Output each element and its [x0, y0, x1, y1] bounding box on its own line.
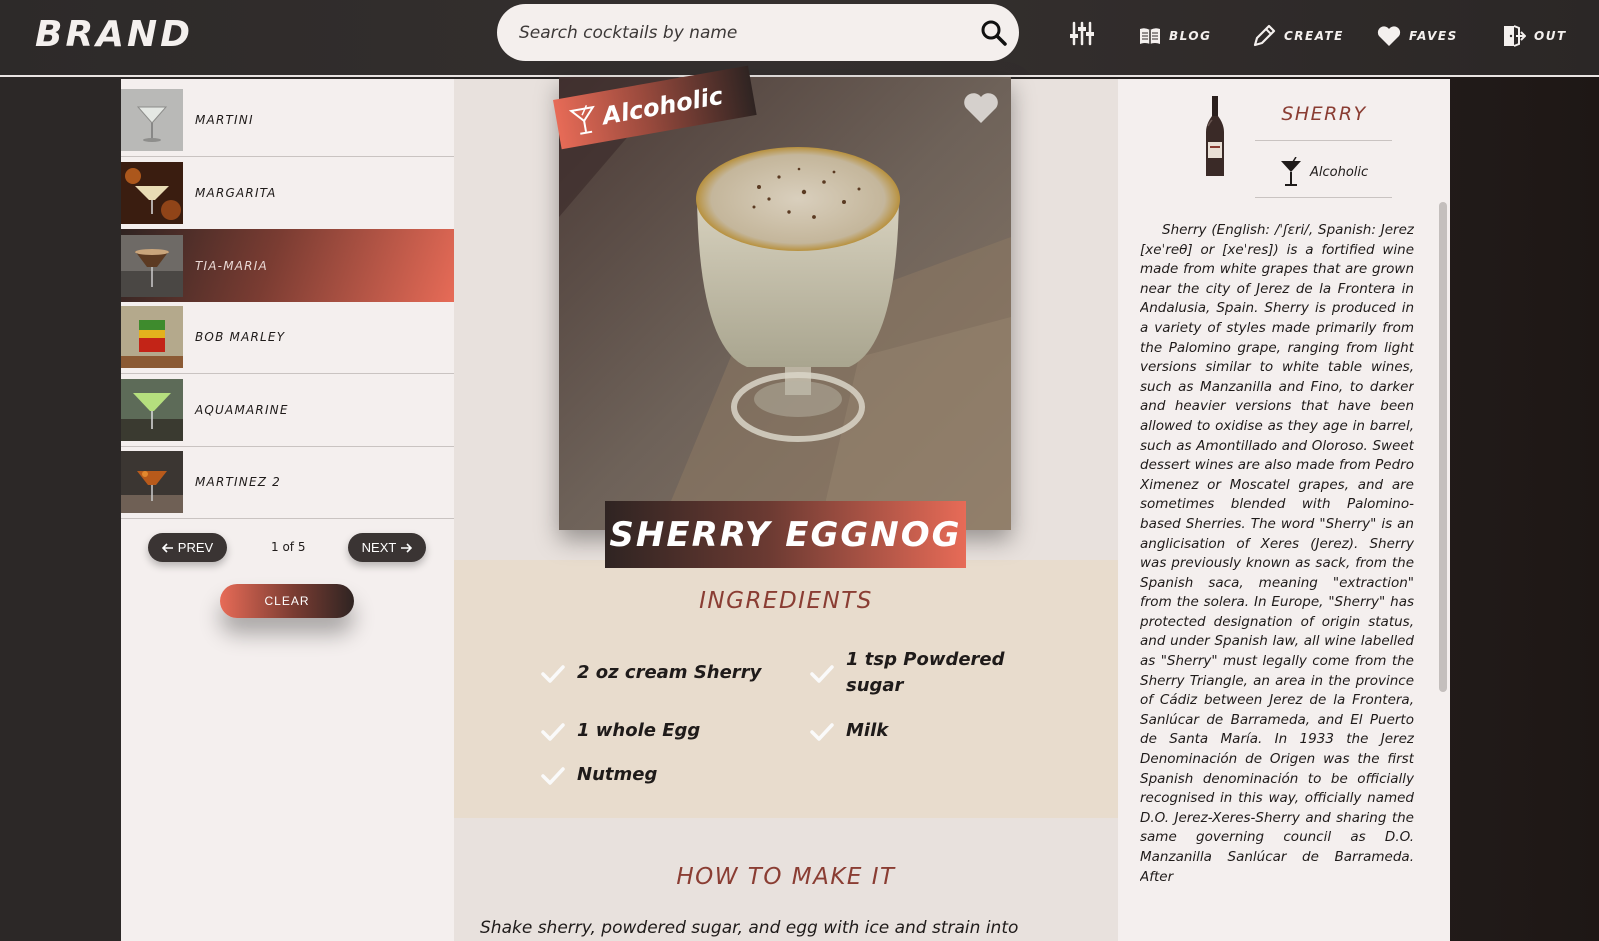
search-input[interactable]	[519, 18, 959, 48]
ingredient-item: 1 whole Egg	[541, 718, 771, 744]
favorite-heart-icon[interactable]	[963, 91, 999, 125]
nav-faves-label: FAVES	[1409, 29, 1458, 43]
list-item-label: MARTINI	[195, 113, 254, 127]
divider	[1255, 140, 1392, 141]
arrow-left-icon	[161, 542, 173, 553]
nav-create[interactable]: CREATE	[1252, 22, 1344, 50]
drink-thumbnail	[121, 451, 183, 513]
cocktail-glass-icon	[568, 104, 595, 135]
heart-icon	[1377, 26, 1401, 46]
brand-logo[interactable]: BRAND	[35, 14, 193, 55]
filter-button[interactable]	[1069, 20, 1095, 48]
list-item-martinez-2[interactable]: MARTINEZ 2	[121, 446, 454, 519]
nav-logout-label: OUT	[1534, 29, 1567, 43]
book-icon	[1140, 28, 1160, 44]
cocktail-glass-icon	[1281, 157, 1301, 186]
list-item-label: BOB MARLEY	[195, 330, 286, 344]
howto-heading: HOW TO MAKE IT	[676, 864, 896, 890]
nav-blog[interactable]: BLOG	[1139, 22, 1211, 50]
cocktail-list-panel: MARTINI MARGARITA TIA-MARIA BOB MARLEY A…	[121, 79, 454, 941]
nav-faves[interactable]: FAVES	[1377, 22, 1458, 50]
prev-button[interactable]: PREV	[148, 533, 227, 562]
badge-label: Alcoholic	[600, 81, 726, 131]
ingredient-item: Nutmeg	[541, 762, 771, 788]
divider	[1255, 197, 1392, 198]
nav-blog-label: BLOG	[1169, 29, 1212, 43]
list-item-label: AQUAMARINE	[195, 403, 289, 417]
drink-title: SHERRY EGGNOG	[609, 514, 962, 555]
ingredient-item: 2 oz cream Sherry	[541, 660, 771, 686]
ingredient-description: Sherry (English: /ˈʃɛri/, Spanish: Jerez…	[1140, 222, 1414, 885]
next-button[interactable]: NEXT	[348, 533, 426, 562]
list-item-label: MARTINEZ 2	[195, 475, 281, 489]
nav-create-label: CREATE	[1284, 29, 1344, 43]
clear-button[interactable]: CLEAR	[220, 584, 354, 618]
list-item-label: MARGARITA	[195, 186, 277, 200]
ingredient-text: Milk	[846, 720, 889, 741]
ingredient-text: 1 whole Egg	[577, 720, 701, 741]
arrow-right-icon	[401, 542, 413, 553]
filter-icon	[1070, 21, 1094, 46]
check-icon	[541, 665, 565, 683]
ingredient-item: Milk	[810, 718, 1010, 744]
prev-label: PREV	[177, 540, 214, 555]
instructions-text: Shake sherry, powdered sugar, and egg wi…	[480, 918, 1019, 938]
ingredient-text: 1 tsp Powdered sugar	[846, 649, 1005, 696]
list-item-martini[interactable]: MARTINI	[121, 84, 454, 157]
drink-thumbnail	[121, 306, 183, 368]
pencil-icon	[1253, 24, 1276, 47]
drink-photo	[559, 77, 1011, 530]
ingredient-item: 1 tsp Powdered sugar	[810, 647, 1010, 699]
wine-bottle-icon	[1206, 96, 1224, 176]
list-item-bob-marley[interactable]: BOB MARLEY	[121, 301, 454, 374]
drink-thumbnail	[121, 162, 183, 224]
check-icon	[810, 723, 834, 741]
ingredient-name: SHERRY	[1281, 103, 1367, 125]
drink-thumbnail	[121, 379, 183, 441]
top-navbar: BRAND BLOG CREATE	[0, 0, 1599, 77]
check-icon	[541, 767, 565, 785]
list-item-margarita[interactable]: MARGARITA	[121, 157, 454, 230]
check-icon	[810, 665, 834, 683]
ingredients-heading: INGREDIENTS	[699, 588, 873, 614]
ingredient-type-label: Alcoholic	[1310, 164, 1369, 180]
ingredient-text: 2 oz cream Sherry	[577, 662, 762, 683]
drink-title-banner: SHERRY EGGNOG	[605, 501, 966, 568]
list-item-tia-maria[interactable]: TIA-MARIA	[121, 229, 454, 302]
search-bar	[497, 4, 1019, 61]
ingredient-text: Nutmeg	[577, 764, 658, 785]
next-label: NEXT	[361, 540, 397, 555]
scrollbar-thumb[interactable]	[1439, 202, 1447, 692]
drink-thumbnail	[121, 234, 183, 297]
list-item-aquamarine[interactable]: AQUAMARINE	[121, 374, 454, 447]
logout-icon	[1504, 25, 1526, 47]
nav-logout[interactable]: OUT	[1502, 22, 1567, 50]
list-item-label: TIA-MARIA	[195, 258, 268, 273]
search-icon[interactable]	[979, 18, 1009, 48]
ingredient-type: Alcoholic	[1280, 157, 1368, 187]
check-icon	[541, 723, 565, 741]
drink-thumbnail	[121, 89, 183, 151]
page-indicator: 1 of 5	[271, 540, 306, 554]
